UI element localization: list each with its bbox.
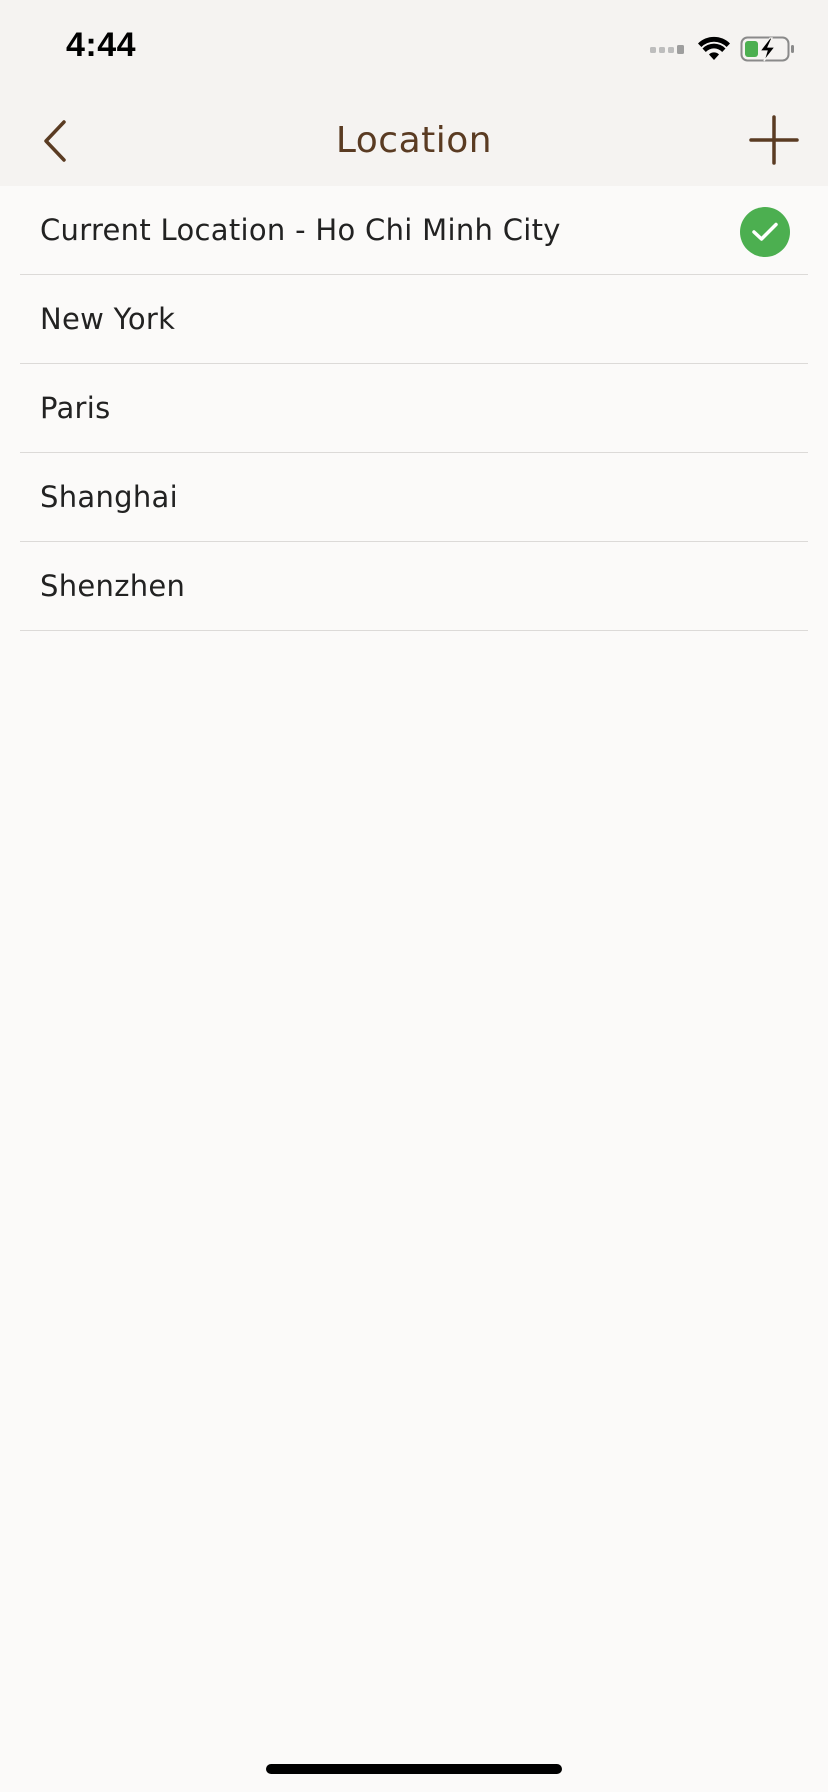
wifi-icon [698, 36, 730, 60]
location-label: Shenzhen [40, 569, 186, 603]
location-row-paris[interactable]: Paris [20, 364, 808, 453]
status-time: 4:44 [66, 26, 137, 64]
nav-bar: Location [0, 96, 828, 186]
location-label: Shanghai [40, 480, 178, 514]
location-label: Paris [40, 391, 111, 425]
location-row-shenzhen[interactable]: Shenzhen [20, 542, 808, 631]
battery-charging-icon [740, 36, 794, 62]
location-row-current[interactable]: Current Location - Ho Chi Minh City [20, 186, 808, 275]
status-bar: 4:44 [0, 0, 828, 96]
page-title: Location [335, 120, 493, 161]
plus-icon [749, 115, 799, 165]
signal-icon [650, 45, 684, 54]
add-location-button[interactable] [746, 112, 802, 168]
location-label: Current Location - Ho Chi Minh City [40, 213, 561, 247]
status-icons [650, 34, 796, 64]
location-list: Current Location - Ho Chi Minh City New … [0, 186, 828, 631]
checkmark-icon [740, 207, 790, 257]
location-label: New York [40, 302, 176, 336]
location-row-shanghai[interactable]: Shanghai [20, 453, 808, 542]
home-indicator[interactable] [266, 1764, 562, 1774]
location-row-new-york[interactable]: New York [20, 275, 808, 364]
